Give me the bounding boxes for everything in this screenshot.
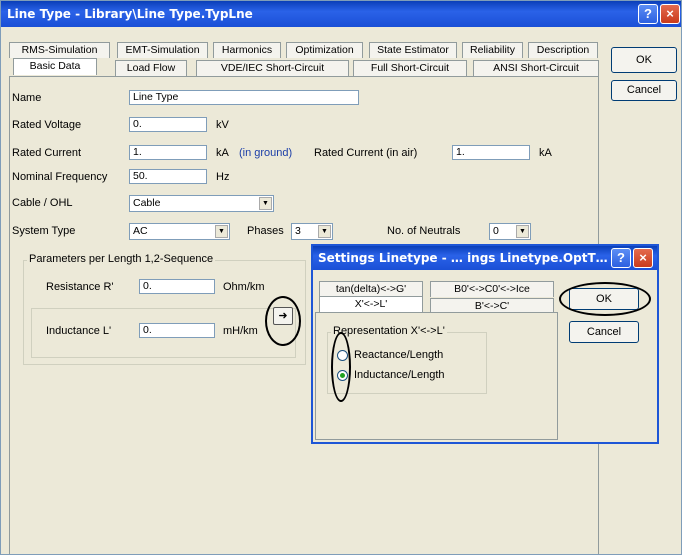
dialog-cancel-button[interactable]: Cancel (569, 321, 639, 343)
tab-full-short-circuit[interactable]: Full Short-Circuit (353, 60, 467, 76)
rated-current-air-label: Rated Current (in air) (314, 147, 418, 159)
inductance-unit: mH/km (223, 325, 258, 337)
tab-emt-simulation[interactable]: EMT-Simulation (117, 42, 208, 58)
cable-ohl-value: Cable (133, 197, 161, 209)
params-group-title: Parameters per Length 1,2-Sequence (27, 253, 216, 265)
system-type-select[interactable]: AC ▼ (129, 223, 230, 240)
representation-group-title: Representation X'<->L' (331, 325, 447, 337)
help-icon[interactable]: ? (638, 4, 658, 24)
chevron-down-icon[interactable]: ▼ (318, 225, 331, 238)
tab-load-flow[interactable]: Load Flow (115, 60, 187, 76)
tab-rms-simulation[interactable]: RMS-Simulation (9, 42, 110, 58)
dialog-tab-tan-delta-g[interactable]: tan(delta)<->G' (319, 281, 423, 297)
rated-current-label: Rated Current (12, 147, 82, 159)
main-title-bar[interactable]: Line Type - Library\Line Type.TypLne ? × (1, 1, 681, 27)
tab-state-estimator[interactable]: State Estimator (369, 42, 457, 58)
dialog-tab-x-l[interactable]: X'<->L' (319, 296, 423, 313)
nominal-frequency-label: Nominal Frequency (12, 171, 108, 183)
settings-linetype-dialog: Settings Linetype - … ings Linetype.OptT… (311, 244, 659, 444)
resistance-label: Resistance R' (46, 281, 114, 293)
inductance-label: Inductance L' (46, 325, 112, 337)
ok-button[interactable]: OK (611, 47, 677, 73)
chevron-down-icon[interactable]: ▼ (215, 225, 228, 238)
dialog-tab-b0-c0-ice[interactable]: B0'<->C0'<->Ice (430, 281, 554, 297)
highlight-oval-ok (559, 282, 651, 316)
resistance-input[interactable]: 0. (139, 279, 215, 294)
tab-vde-iec-short-circuit[interactable]: VDE/IEC Short-Circuit (196, 60, 349, 76)
help-icon[interactable]: ? (611, 248, 631, 268)
neutrals-value: 0 (493, 225, 499, 237)
highlight-oval-radios (331, 332, 351, 402)
system-type-value: AC (133, 225, 148, 237)
rated-voltage-label: Rated Voltage (12, 119, 82, 131)
tab-optimization[interactable]: Optimization (286, 42, 363, 58)
chevron-down-icon[interactable]: ▼ (259, 197, 272, 210)
phases-label: Phases (247, 225, 284, 237)
system-type-label: System Type (12, 225, 76, 237)
rated-current-unit: kA (216, 147, 229, 159)
cable-ohl-select[interactable]: Cable ▼ (129, 195, 274, 212)
chevron-down-icon[interactable]: ▼ (516, 225, 529, 238)
window-title: Line Type - Library\Line Type.TypLne (7, 7, 253, 21)
tab-harmonics[interactable]: Harmonics (213, 42, 281, 58)
in-ground-label: (in ground) (239, 147, 293, 159)
nominal-frequency-unit: Hz (216, 171, 230, 183)
close-icon[interactable]: × (633, 248, 653, 268)
tab-description[interactable]: Description (528, 42, 598, 58)
neutrals-select[interactable]: 0 ▼ (489, 223, 531, 240)
inductance-input[interactable]: 0. (139, 323, 215, 338)
tab-basic-data[interactable]: Basic Data (13, 58, 97, 75)
name-input[interactable]: Line Type (129, 90, 359, 105)
representation-group (327, 332, 487, 394)
neutrals-label: No. of Neutrals (387, 225, 461, 237)
reactance-radio-label[interactable]: Reactance/Length (354, 349, 443, 361)
inductance-radio-label[interactable]: Inductance/Length (354, 369, 445, 381)
nominal-frequency-input[interactable]: 50. (129, 169, 207, 184)
rated-voltage-unit: kV (216, 119, 229, 131)
rated-voltage-input[interactable]: 0. (129, 117, 207, 132)
dialog-title: Settings Linetype - … ings Linetype.OptT… (318, 251, 608, 265)
cancel-button[interactable]: Cancel (611, 80, 677, 101)
phases-value: 3 (295, 225, 301, 237)
name-label: Name (12, 92, 42, 104)
rated-current-input[interactable]: 1. (129, 145, 207, 160)
cable-ohl-label: Cable / OHL (12, 197, 73, 209)
phases-select[interactable]: 3 ▼ (291, 223, 333, 240)
dialog-title-bar[interactable]: Settings Linetype - … ings Linetype.OptT… (313, 246, 657, 270)
rated-current-air-input[interactable]: 1. (452, 145, 530, 160)
rated-current-air-unit: kA (539, 147, 552, 159)
tab-ansi-short-circuit[interactable]: ANSI Short-Circuit (473, 60, 599, 76)
highlight-oval-arrow (265, 296, 301, 346)
resistance-unit: Ohm/km (223, 281, 265, 293)
tab-reliability[interactable]: Reliability (462, 42, 523, 58)
close-icon[interactable]: × (660, 4, 680, 24)
